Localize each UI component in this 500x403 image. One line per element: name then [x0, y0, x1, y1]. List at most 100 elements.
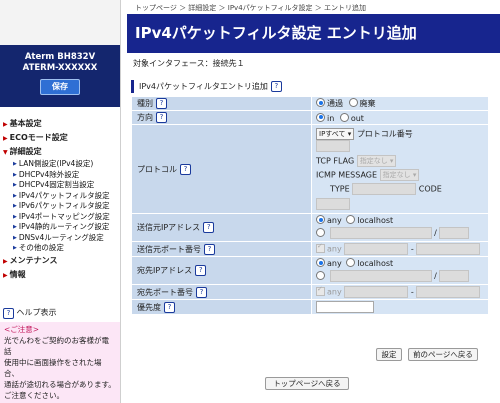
notice-line: 光でんわをご契約のお客様が電話: [4, 336, 109, 356]
help-icon[interactable]: ?: [195, 265, 207, 276]
title-bar: IPv4パケットフィルタ設定 エントリ追加: [127, 14, 500, 53]
help-icon[interactable]: ?: [156, 98, 167, 109]
help-icon[interactable]: ?: [180, 163, 191, 175]
help-label: ヘルプ表示: [16, 308, 57, 317]
radio-dst-localhost[interactable]: [346, 258, 356, 268]
notice-line: 使用中に画面操作をされた場合、: [4, 358, 102, 378]
dst-port-end-input[interactable]: [416, 286, 481, 298]
menu-item-ipv4-routing[interactable]: ▶ IPv4静的ルーティング設定: [0, 222, 120, 233]
src-port-any-checkbox[interactable]: [316, 242, 325, 253]
row-src-ip: 送信元IPアドレス? any localhost /: [132, 214, 488, 241]
dst-ip-input[interactable]: [329, 270, 432, 283]
dst-port-start-input[interactable]: [344, 286, 409, 298]
help-icon[interactable]: ?: [203, 222, 215, 233]
icmp-message-select[interactable]: 指定なし ▾: [379, 169, 420, 181]
triangle-icon: ▶: [13, 171, 17, 178]
help-icon[interactable]: ?: [204, 243, 215, 255]
tcp-flag-select[interactable]: 指定なし ▾: [356, 155, 397, 167]
save-button[interactable]: 保存: [40, 79, 80, 95]
section-title: IPv4パケットフィルタエントリ追加: [139, 82, 268, 91]
radio-out[interactable]: [339, 112, 349, 122]
radio-src-any[interactable]: [316, 215, 325, 225]
icmp-type-input[interactable]: [352, 183, 417, 195]
radio-src-localhost[interactable]: [346, 215, 356, 225]
top-page-button[interactable]: トップページへ戻る: [265, 377, 349, 390]
notice-line: 通話が途切れる場合があります。: [4, 380, 116, 389]
help-icon: ?: [3, 308, 14, 319]
help-icon[interactable]: ?: [156, 112, 167, 123]
device-name: ATERM-XXXXXX: [22, 63, 98, 73]
menu-item-other[interactable]: ▶ その他の設定: [0, 243, 120, 254]
triangle-icon: ▶: [13, 203, 17, 209]
menu-item-dhcp-exclude[interactable]: ▶ DHCPv4除外設定: [0, 170, 120, 181]
src-port-end-input[interactable]: [416, 243, 481, 255]
menu-item-dhcp-fixed[interactable]: ▶ DHCPv4固定割当設定: [0, 180, 120, 191]
value-src-ip: any localhost /: [312, 214, 488, 241]
notice-box: <ご注意> 光でんわをご契約のお客様が電話 使用中に画面操作をされた場合、 通話…: [0, 322, 120, 403]
menu-item-ipv4-portmap[interactable]: ▶ IPv4ポートマッピング設定: [0, 212, 120, 223]
side-menu: ▶ 基本設定 ▶ ECOモード設定 ▼ 詳細設定 ▶ LAN側設定(IPv4設定) ▶ D…: [0, 117, 120, 282]
dst-mask-input[interactable]: [439, 270, 470, 283]
menu-item-ipv4-filter[interactable]: ▶ IPv4パケットフィルタ設定: [0, 191, 120, 202]
src-ip-input[interactable]: [329, 227, 432, 240]
bullet-icon: ▶: [3, 121, 8, 128]
triangle-icon: ▶: [13, 161, 17, 167]
label-src-port: 送信元ポート番号?: [132, 242, 311, 256]
label-dst-ip: 宛先IPアドレス?: [132, 257, 311, 284]
value-priority: [312, 300, 488, 314]
menu-item-lan-ipv4[interactable]: ▶ LAN側設定(IPv4設定): [0, 159, 120, 170]
radio-dst-any[interactable]: [316, 258, 325, 268]
help-icon[interactable]: ?: [196, 286, 207, 298]
priority-input[interactable]: [316, 301, 374, 313]
src-port-start-input[interactable]: [344, 243, 409, 255]
label-priority: 優先度?: [132, 300, 311, 314]
section-header: IPv4パケットフィルタエントリ追加?: [131, 80, 489, 93]
vertical-divider: [120, 0, 121, 403]
triangle-icon: ▶: [13, 234, 17, 241]
radio-pass[interactable]: [316, 98, 325, 107]
interface-line: 対象インタフェース：接続先１: [133, 59, 245, 68]
sidebar-header-strip: [0, 0, 120, 45]
row-direction: 方向? in out: [132, 111, 488, 124]
radio-drop[interactable]: [348, 98, 358, 107]
radio-src-specify[interactable]: [316, 227, 325, 237]
device-model: Aterm BH832V: [24, 52, 96, 62]
menu-item-ipv6-filter[interactable]: ▶ IPv6パケットフィルタ設定: [0, 201, 120, 212]
menu-info[interactable]: ▶ 情報: [0, 268, 120, 282]
set-button[interactable]: 設定: [376, 348, 402, 361]
menu-basic[interactable]: ▶ 基本設定: [0, 117, 120, 131]
back-button[interactable]: 前のページへ戻る: [408, 348, 478, 361]
breadcrumb: トップページ ＞ 詳細設定 ＞ IPv4パケットフィルタ設定 ＞ エントリ追加: [135, 4, 366, 12]
menu-eco[interactable]: ▶ ECOモード設定: [0, 131, 120, 145]
device-panel: Aterm BH832V ATERM-XXXXXX 保存: [0, 45, 120, 107]
row-priority: 優先度?: [132, 300, 488, 314]
bullet-icon: ▶: [3, 135, 8, 142]
label-dst-port: 宛先ポート番号?: [132, 285, 311, 299]
radio-dst-specify[interactable]: [316, 270, 325, 280]
value-src-port: any -: [312, 242, 488, 256]
label-direction: 方向?: [132, 111, 311, 124]
filter-form: 種別? 通過 廃棄 方向? in out プロトコル? IPすべて ▾ プロトコ…: [131, 96, 489, 315]
triangle-icon: ▶: [13, 182, 17, 188]
triangle-icon: ▶: [13, 224, 17, 230]
label-protocol: プロトコル?: [132, 125, 311, 213]
dst-port-any-checkbox[interactable]: [316, 285, 325, 296]
menu-maintenance[interactable]: ▶ メンテナンス: [0, 254, 120, 268]
value-type: 通過 廃棄: [312, 97, 488, 110]
menu-item-dnsv4-routing[interactable]: ▶ DNSv4ルーティング設定: [0, 233, 120, 244]
menu-advanced[interactable]: ▼ 詳細設定: [0, 145, 120, 159]
protocol-select[interactable]: IPすべて ▾: [316, 128, 355, 140]
help-icon[interactable]: ?: [164, 301, 175, 313]
value-dst-port: any -: [312, 285, 488, 299]
triangle-icon: ▶: [13, 245, 17, 251]
notice-title: <ご注意>: [4, 325, 40, 334]
help-icon[interactable]: ?: [270, 81, 282, 92]
help-toggle[interactable]: ? ヘルプ表示: [3, 307, 57, 319]
icmp-code-input[interactable]: [316, 198, 350, 210]
src-mask-input[interactable]: [439, 227, 470, 240]
label-type: 種別?: [132, 97, 311, 110]
row-type: 種別? 通過 廃棄: [132, 97, 488, 110]
radio-in[interactable]: [316, 112, 325, 122]
protocol-number-input[interactable]: [316, 140, 350, 152]
label-src-ip: 送信元IPアドレス?: [132, 214, 311, 241]
